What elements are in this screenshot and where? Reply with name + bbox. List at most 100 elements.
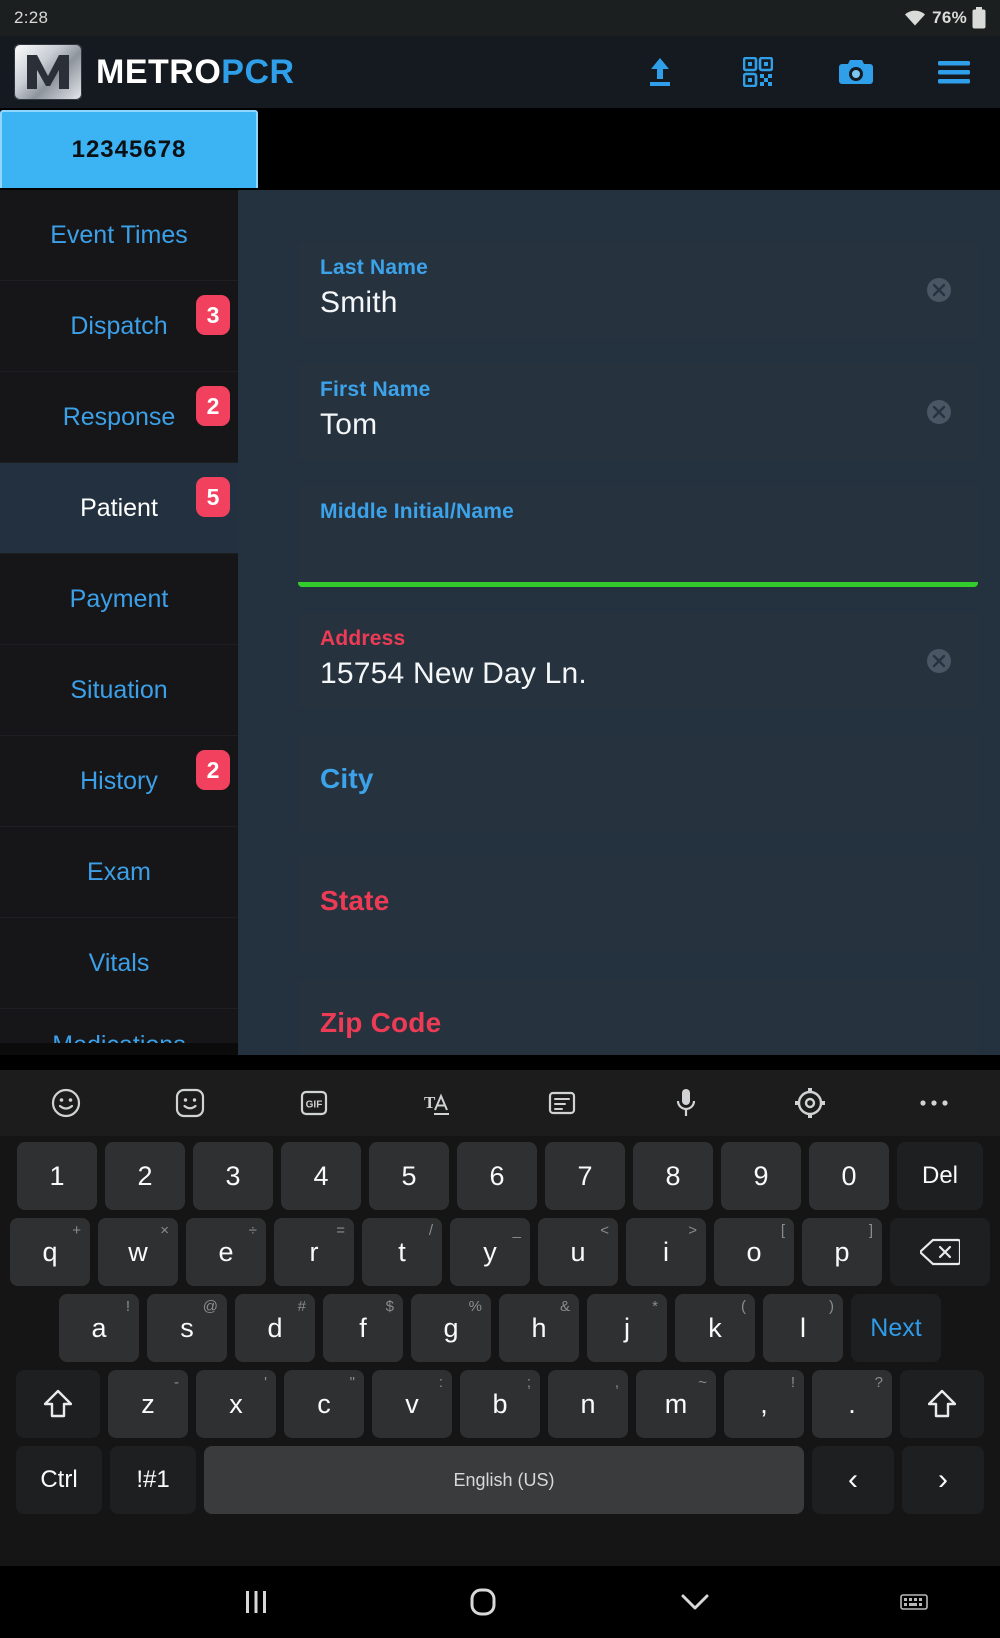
key-3[interactable]: 3 bbox=[193, 1142, 273, 1210]
field-last-name[interactable]: Last Name Smith bbox=[298, 242, 978, 338]
emoji-icon[interactable] bbox=[46, 1083, 86, 1123]
sidebar-item-patient[interactable]: Patient 5 bbox=[0, 463, 238, 554]
key-a[interactable]: a! bbox=[59, 1294, 139, 1362]
clear-icon[interactable] bbox=[926, 277, 952, 303]
wifi-icon bbox=[903, 8, 927, 28]
key-n[interactable]: n, bbox=[548, 1370, 628, 1438]
key-h[interactable]: h & bbox=[499, 1294, 579, 1362]
key-delete[interactable]: Del bbox=[897, 1142, 983, 1210]
sidebar-item-dispatch[interactable]: Dispatch 3 bbox=[0, 281, 238, 372]
more-options-icon[interactable] bbox=[914, 1083, 954, 1123]
sticker-icon[interactable] bbox=[170, 1083, 210, 1123]
shift-icon[interactable] bbox=[16, 1370, 100, 1438]
key-g[interactable]: g% bbox=[411, 1294, 491, 1362]
key-sup: ~ bbox=[698, 1374, 707, 1391]
key-1[interactable]: 1 bbox=[17, 1142, 97, 1210]
key-ctrl[interactable]: Ctrl bbox=[16, 1446, 102, 1514]
status-badge: 2 bbox=[196, 386, 230, 426]
microphone-icon[interactable] bbox=[666, 1083, 706, 1123]
field-address[interactable]: Address 15754 New Day Ln. bbox=[298, 613, 978, 709]
key-s[interactable]: s @ bbox=[147, 1294, 227, 1362]
key-m[interactable]: m ~ bbox=[636, 1370, 716, 1438]
field-city[interactable]: City bbox=[298, 735, 978, 831]
key-y[interactable]: y _ bbox=[450, 1218, 530, 1286]
key-arrow-right[interactable]: › bbox=[902, 1446, 984, 1514]
key-label: Ctrl bbox=[40, 1466, 78, 1493]
sidebar-item-label: Situation bbox=[70, 675, 168, 704]
key-d[interactable]: d # bbox=[235, 1294, 315, 1362]
camera-icon[interactable] bbox=[836, 52, 876, 92]
sidebar-item-situation[interactable]: Situation bbox=[0, 645, 238, 736]
key-l[interactable]: l) bbox=[763, 1294, 843, 1362]
key-space[interactable]: English (US) bbox=[204, 1446, 804, 1514]
hamburger-menu-icon[interactable] bbox=[934, 52, 974, 92]
status-time: 2:28 bbox=[14, 8, 49, 27]
gear-icon[interactable] bbox=[790, 1083, 830, 1123]
text-style-icon[interactable]: T bbox=[418, 1083, 458, 1123]
key-u[interactable]: u < bbox=[538, 1218, 618, 1286]
home-icon[interactable] bbox=[470, 1588, 496, 1616]
upload-icon[interactable] bbox=[640, 52, 680, 92]
key-symbols[interactable]: !#1 bbox=[110, 1446, 196, 1514]
key-sup: ÷ bbox=[248, 1222, 257, 1239]
recent-apps-icon[interactable] bbox=[243, 1589, 269, 1615]
key-8[interactable]: 8 bbox=[633, 1142, 713, 1210]
key-x[interactable]: x ' bbox=[196, 1370, 276, 1438]
field-first-name[interactable]: First Name Tom bbox=[298, 364, 978, 460]
sidebar-item-event-times[interactable]: Event Times bbox=[0, 190, 238, 281]
key-f[interactable]: f $ bbox=[323, 1294, 403, 1362]
key-label: 1 bbox=[49, 1160, 65, 1191]
key-v[interactable]: v: bbox=[372, 1370, 452, 1438]
key-period[interactable]: .? bbox=[812, 1370, 892, 1438]
key-7[interactable]: 7 bbox=[545, 1142, 625, 1210]
key-z[interactable]: z- bbox=[108, 1370, 188, 1438]
key-0[interactable]: 0 bbox=[809, 1142, 889, 1210]
clipboard-icon[interactable] bbox=[542, 1083, 582, 1123]
hide-keyboard-chevron-icon[interactable] bbox=[680, 1592, 710, 1612]
key-next[interactable]: Next bbox=[851, 1294, 941, 1362]
key-p[interactable]: p] bbox=[802, 1218, 882, 1286]
incident-tab[interactable]: 12345678 bbox=[0, 110, 258, 188]
sidebar-item-history[interactable]: History 2 bbox=[0, 736, 238, 827]
key-6[interactable]: 6 bbox=[457, 1142, 537, 1210]
shift-right-icon[interactable] bbox=[900, 1370, 984, 1438]
key-r[interactable]: r = bbox=[274, 1218, 354, 1286]
key-j[interactable]: j * bbox=[587, 1294, 667, 1362]
field-value: 15754 New Day Ln. bbox=[320, 657, 587, 690]
sidebar-item-response[interactable]: Response 2 bbox=[0, 372, 238, 463]
key-2[interactable]: 2 bbox=[105, 1142, 185, 1210]
key-label: English (US) bbox=[453, 1469, 555, 1490]
qr-scan-icon[interactable] bbox=[738, 52, 778, 92]
key-q[interactable]: q + bbox=[10, 1218, 90, 1286]
key-arrow-left[interactable]: ‹ bbox=[812, 1446, 894, 1514]
key-label: s bbox=[180, 1312, 194, 1343]
key-comma[interactable]: ,! bbox=[724, 1370, 804, 1438]
field-state[interactable]: State bbox=[298, 857, 978, 953]
sidebar-item-medications[interactable]: Medications bbox=[0, 1009, 238, 1043]
sidebar-item-vitals[interactable]: Vitals bbox=[0, 918, 238, 1009]
sidebar-item-exam[interactable]: Exam bbox=[0, 827, 238, 918]
app-header: METROPCR bbox=[0, 36, 1000, 108]
field-middle-initial-name[interactable]: Middle Initial/Name bbox=[298, 486, 978, 587]
key-label: l bbox=[800, 1312, 806, 1343]
key-i[interactable]: i > bbox=[626, 1218, 706, 1286]
clear-icon[interactable] bbox=[926, 648, 952, 674]
key-w[interactable]: w × bbox=[98, 1218, 178, 1286]
key-b[interactable]: b; bbox=[460, 1370, 540, 1438]
keyboard-switch-icon[interactable] bbox=[900, 1592, 928, 1612]
key-c[interactable]: c " bbox=[284, 1370, 364, 1438]
backspace-icon[interactable] bbox=[890, 1218, 990, 1286]
key-4[interactable]: 4 bbox=[281, 1142, 361, 1210]
key-t[interactable]: t / bbox=[362, 1218, 442, 1286]
key-e[interactable]: e ÷ bbox=[186, 1218, 266, 1286]
sidebar-item-payment[interactable]: Payment bbox=[0, 554, 238, 645]
field-zip-code[interactable]: Zip Code bbox=[298, 979, 978, 1055]
key-k[interactable]: k( bbox=[675, 1294, 755, 1362]
key-label: 0 bbox=[841, 1160, 857, 1191]
key-5[interactable]: 5 bbox=[369, 1142, 449, 1210]
key-o[interactable]: o[ bbox=[714, 1218, 794, 1286]
key-9[interactable]: 9 bbox=[721, 1142, 801, 1210]
gif-icon[interactable]: GIF bbox=[294, 1083, 334, 1123]
key-label: . bbox=[848, 1388, 856, 1419]
clear-icon[interactable] bbox=[926, 399, 952, 425]
